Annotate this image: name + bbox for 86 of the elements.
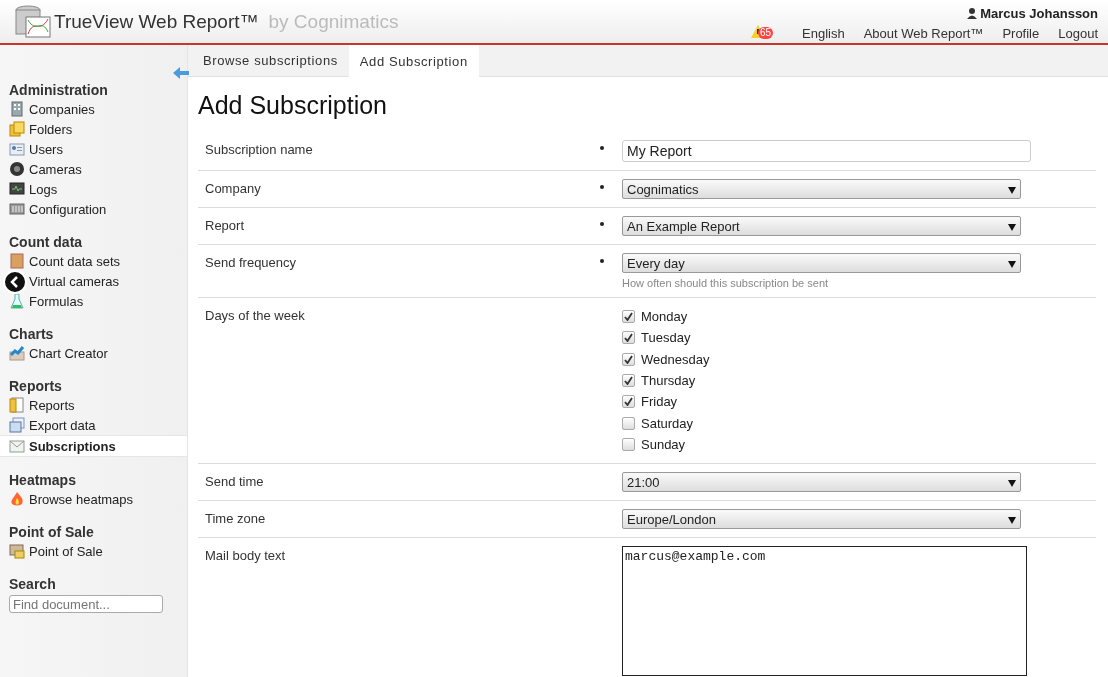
dropdown[interactable]: Cognimatics: [622, 179, 1021, 199]
sidebar-item[interactable]: Users: [0, 139, 187, 159]
sidebar-item[interactable]: Cameras: [0, 159, 187, 179]
item-icon: [9, 397, 25, 413]
item-icon: [9, 345, 25, 361]
sidebar-item[interactable]: Export data: [0, 415, 187, 435]
back-button-icon[interactable]: [3, 270, 27, 294]
sidebar-heading: Reports: [9, 378, 63, 394]
textarea-field[interactable]: marcus@example.com: [622, 546, 1027, 677]
sidebar-item[interactable]: Point of Sale: [0, 541, 187, 561]
user-icon: [967, 8, 978, 19]
page-title: Add Subscription: [198, 91, 388, 120]
collapse-arrow-icon[interactable]: [173, 67, 189, 79]
sidebar-heading: Heatmaps: [9, 472, 77, 488]
item-icon: [9, 253, 25, 269]
dropdown-arrow-icon: [1008, 516, 1016, 524]
dropdown-arrow-icon: [1008, 223, 1016, 231]
dropdown[interactable]: 21:00: [622, 472, 1021, 493]
help-text: How often should this subscription be sent: [622, 277, 830, 289]
header-link[interactable]: English: [802, 25, 845, 41]
checkbox[interactable]: [622, 395, 635, 409]
item-icon: [9, 201, 25, 217]
checkbox-label: Friday: [641, 394, 678, 410]
item-icon: [9, 161, 25, 177]
item-icon: [9, 417, 25, 433]
dropdown[interactable]: Every day: [622, 253, 1021, 273]
search-field[interactable]: Find document...: [9, 595, 163, 613]
item-icon: [9, 293, 25, 309]
checkbox[interactable]: [622, 310, 635, 324]
app-title: TrueView Web Report™: [54, 10, 259, 33]
checkbox-label: Wednesday: [641, 351, 710, 367]
checkbox-label: Monday: [641, 309, 688, 325]
dropdown-arrow-icon: [1008, 479, 1016, 487]
header-link[interactable]: Logout: [1058, 25, 1098, 41]
field-label: Subscription name: [204, 141, 314, 159]
field-label: Send frequency: [204, 254, 298, 272]
checkbox-label: Saturday: [641, 415, 694, 431]
checkbox[interactable]: [622, 437, 635, 451]
header-link[interactable]: Profile: [1002, 25, 1040, 41]
tab[interactable]: Browse subscriptions: [192, 45, 349, 76]
sidebar-item[interactable]: Browse heatmaps: [0, 489, 187, 509]
sidebar-item[interactable]: Reports: [0, 395, 187, 415]
sidebar-item[interactable]: Subscriptions: [0, 435, 187, 457]
checkbox[interactable]: [622, 416, 635, 430]
sidebar-heading: Point of Sale: [9, 524, 95, 540]
user-name: Marcus Johansson: [980, 6, 1098, 21]
item-icon: [9, 101, 25, 117]
field-label: Mail body text: [204, 547, 287, 566]
item-icon: [9, 438, 25, 454]
sidebar-item[interactable]: Formulas: [0, 291, 187, 311]
checkbox[interactable]: [622, 352, 635, 366]
app-logo-icon: [14, 3, 52, 40]
field-label: Send time: [204, 473, 265, 492]
sidebar-item[interactable]: Configuration: [0, 199, 187, 219]
sidebar-heading: Count data: [9, 234, 84, 250]
checkbox[interactable]: [622, 374, 635, 388]
app-byline: by Cognimatics: [268, 10, 399, 33]
text-field[interactable]: My Report: [622, 140, 1031, 162]
sidebar-heading: Search: [9, 576, 57, 592]
field-label: Days of the week: [204, 307, 306, 325]
item-icon: [9, 181, 25, 197]
item-icon: [9, 543, 25, 559]
dropdown-arrow-icon: [1008, 186, 1016, 194]
sidebar-item[interactable]: Logs: [0, 179, 187, 199]
dropdown[interactable]: Europe/London: [622, 509, 1021, 530]
tab[interactable]: Add Subscription: [348, 45, 479, 77]
sidebar-item[interactable]: Folders: [0, 119, 187, 139]
dropdown-arrow-icon: [1008, 260, 1016, 268]
checkbox-label: Thursday: [641, 373, 696, 389]
checkbox-label: Sunday: [641, 436, 686, 452]
sidebar-item[interactable]: Count data sets: [0, 251, 187, 271]
field-label: Time zone: [204, 510, 267, 529]
field-label: Company: [204, 180, 262, 198]
item-icon: [9, 141, 25, 157]
checkbox[interactable]: [622, 331, 635, 345]
item-icon: [9, 121, 25, 137]
item-icon: [9, 491, 25, 507]
field-label: Report: [204, 217, 246, 235]
alert-count: 65: [758, 27, 774, 39]
sidebar-heading: Charts: [9, 326, 55, 342]
header-link[interactable]: About Web Report™: [863, 25, 984, 41]
sidebar-item[interactable]: Companies: [0, 99, 187, 119]
sidebar-item[interactable]: Chart Creator: [0, 343, 187, 363]
checkbox-label: Tuesday: [641, 330, 691, 346]
dropdown[interactable]: An Example Report: [622, 216, 1021, 236]
sidebar-heading: Administration: [9, 82, 109, 98]
